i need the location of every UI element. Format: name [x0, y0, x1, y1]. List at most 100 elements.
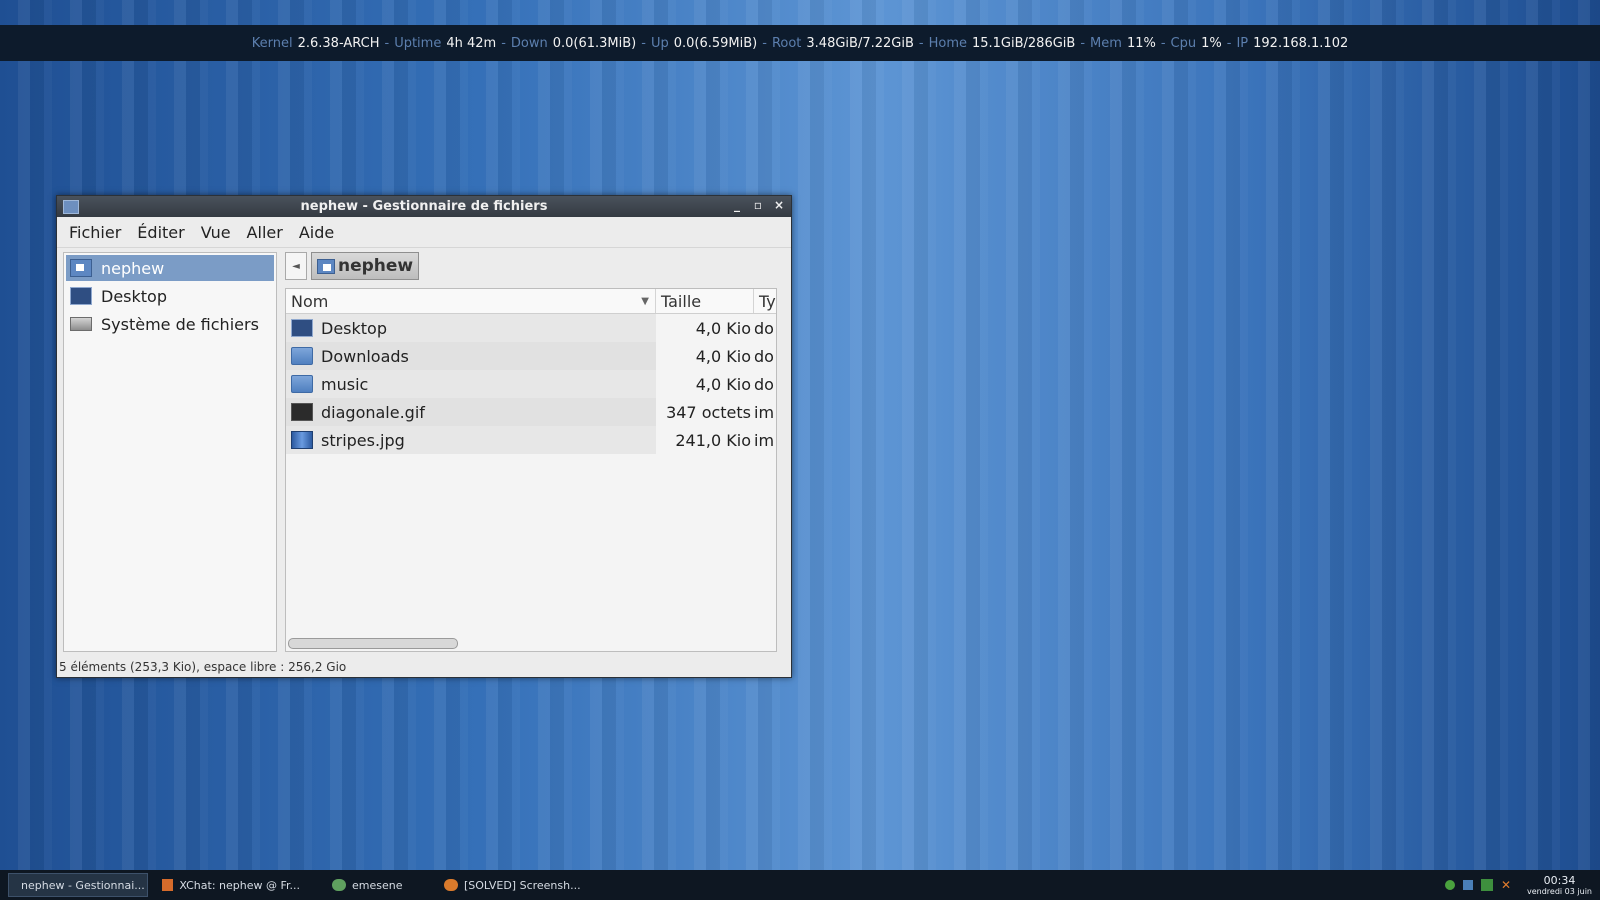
system-status-bar: Kernel 2.6.38-ARCH - Uptime 4h 42m - Down 0…: [0, 25, 1600, 61]
task-file-manager[interactable]: nephew - Gestionnai...: [8, 873, 148, 897]
clock-time: 00:34: [1543, 874, 1576, 887]
image-jpg-icon: [291, 431, 313, 449]
home-folder-icon: [317, 258, 335, 274]
mem-label: Mem: [1090, 35, 1122, 51]
column-header-name[interactable]: Nom ▼: [286, 289, 656, 313]
cpu-label: Cpu: [1170, 35, 1197, 51]
ip-value: 192.168.1.102: [1253, 35, 1349, 51]
file-size: 4,0 Kio: [695, 318, 751, 338]
uptime-value: 4h 42m: [446, 35, 497, 51]
file-name: music: [321, 374, 369, 394]
image-gif-icon: [291, 403, 313, 421]
kernel-value: 2.6.38-ARCH: [297, 35, 380, 51]
column-header-type[interactable]: Ty: [754, 289, 776, 313]
clock[interactable]: 00:34 vendredi 03 juin: [1527, 874, 1592, 896]
file-list-header: Nom ▼ Taille Ty: [286, 289, 776, 314]
drive-icon: [70, 317, 92, 331]
down-value: 0.0(61.3MiB): [552, 35, 637, 51]
task-label: emesene: [352, 878, 403, 892]
task-firefox[interactable]: [SOLVED] Screensh...: [438, 873, 588, 897]
down-label: Down: [510, 35, 548, 51]
file-row-desktop[interactable]: Desktop 4,0 Kio do: [286, 314, 776, 342]
sidebar-item-label: Desktop: [101, 286, 167, 306]
menu-bar: Fichier Éditer Vue Aller Aide: [57, 217, 791, 248]
root-label: Root: [771, 35, 802, 51]
uptime-label: Uptime: [394, 35, 442, 51]
task-label: XChat: nephew @ Fr...: [179, 878, 300, 892]
file-type: im: [754, 402, 775, 422]
file-type: do: [754, 374, 774, 394]
up-label: Up: [650, 35, 669, 51]
window-titlebar[interactable]: nephew - Gestionnaire de fichiers _ ▫ ×: [57, 196, 791, 217]
maximize-button[interactable]: ▫: [752, 198, 764, 212]
sidebar-item-label: nephew: [101, 258, 165, 278]
status-bar: 5 éléments (253,3 Kio), espace libre : 2…: [59, 660, 347, 674]
menu-fichier[interactable]: Fichier: [61, 223, 129, 242]
path-crumb-nephew[interactable]: nephew: [311, 252, 420, 280]
file-row-diagonale-gif[interactable]: diagonale.gif 347 octets im: [286, 398, 776, 426]
file-size: 241,0 Kio: [675, 430, 751, 450]
file-name: stripes.jpg: [321, 430, 405, 450]
minimize-button[interactable]: _: [731, 198, 743, 212]
volume-icon[interactable]: [1463, 880, 1473, 890]
root-value: 3.48GiB/7.22GiB: [806, 35, 914, 51]
home-folder-icon: [70, 259, 92, 277]
folder-icon: [291, 375, 313, 393]
file-type: do: [754, 318, 774, 338]
cpu-value: 1%: [1201, 35, 1222, 51]
desktop-icon: [70, 287, 92, 305]
folder-icon: [291, 347, 313, 365]
menu-vue[interactable]: Vue: [193, 223, 239, 242]
file-name: Desktop: [321, 318, 387, 338]
home-label: Home: [928, 35, 967, 51]
file-size: 347 octets: [666, 402, 751, 422]
system-tray: ✕ 00:34 vendredi 03 juin: [1445, 874, 1592, 896]
menu-aide[interactable]: Aide: [291, 223, 342, 242]
file-size: 4,0 Kio: [695, 346, 751, 366]
clock-date: vendredi 03 juin: [1527, 887, 1592, 896]
xchat-icon: [162, 879, 174, 891]
path-back-button[interactable]: ◄: [285, 252, 307, 280]
task-label: [SOLVED] Screensh...: [464, 878, 581, 892]
file-list: Nom ▼ Taille Ty Desktop 4,0 Kio do Downl…: [285, 288, 777, 652]
xchat-tray-icon[interactable]: ✕: [1501, 879, 1513, 891]
path-crumb-label: nephew: [338, 256, 414, 276]
sidebar-item-desktop[interactable]: Desktop: [66, 283, 274, 309]
sidebar-item-nephew[interactable]: nephew: [66, 255, 274, 281]
taskbar: nephew - Gestionnai... XChat: nephew @ F…: [0, 870, 1600, 900]
emesene-icon: [332, 879, 346, 891]
task-emesene[interactable]: emesene: [326, 873, 426, 897]
mem-value: 11%: [1126, 35, 1156, 51]
status-indicator-icon[interactable]: [1445, 880, 1455, 890]
home-value: 15.1GiB/286GiB: [971, 35, 1076, 51]
file-manager-window: nephew - Gestionnaire de fichiers _ ▫ × …: [56, 195, 792, 678]
network-icon[interactable]: [1481, 879, 1493, 891]
file-type: do: [754, 346, 774, 366]
up-value: 0.0(6.59MiB): [673, 35, 758, 51]
kernel-label: Kernel: [251, 35, 293, 51]
desktop-icon: [291, 319, 313, 337]
file-name: Downloads: [321, 346, 409, 366]
ip-label: IP: [1236, 35, 1249, 51]
file-size: 4,0 Kio: [695, 374, 751, 394]
file-type: im: [754, 430, 775, 450]
file-name: diagonale.gif: [321, 402, 425, 422]
path-bar: ◄ nephew: [285, 252, 420, 280]
file-row-stripes-jpg[interactable]: stripes.jpg 241,0 Kio im: [286, 426, 776, 454]
sidebar-item-label: Système de fichiers: [101, 314, 259, 334]
firefox-icon: [444, 879, 458, 891]
horizontal-scrollbar[interactable]: [288, 638, 458, 649]
menu-editer[interactable]: Éditer: [129, 223, 192, 242]
close-button[interactable]: ×: [773, 198, 785, 212]
sort-descending-icon: ▼: [641, 295, 649, 307]
sidebar-item-filesystem[interactable]: Système de fichiers: [66, 311, 274, 337]
window-menu-icon[interactable]: [63, 200, 79, 214]
task-label: nephew - Gestionnai...: [21, 878, 145, 892]
menu-aller[interactable]: Aller: [239, 223, 291, 242]
file-row-music[interactable]: music 4,0 Kio do: [286, 370, 776, 398]
window-title: nephew - Gestionnaire de fichiers: [300, 199, 548, 214]
side-pane: nephew Desktop Système de fichiers: [63, 252, 277, 652]
file-row-downloads[interactable]: Downloads 4,0 Kio do: [286, 342, 776, 370]
column-header-size[interactable]: Taille: [656, 289, 754, 313]
task-xchat[interactable]: XChat: nephew @ Fr...: [156, 873, 306, 897]
